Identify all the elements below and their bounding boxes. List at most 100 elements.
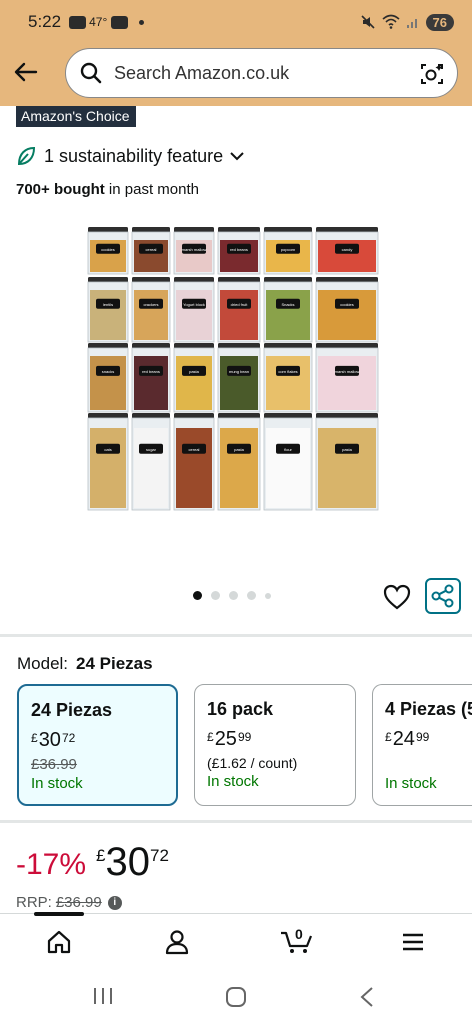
variant-unit-price [385, 755, 460, 773]
variant-title: 24 Piezas [31, 700, 113, 720]
system-navigation-bar [0, 969, 472, 1024]
container-label: mung bean [229, 369, 249, 374]
home-icon[interactable] [45, 928, 73, 956]
sustainability-feature[interactable]: 1 sustainability feature [16, 145, 253, 167]
container-label: cereal [146, 247, 157, 252]
storage-container: marsh mallow [173, 227, 215, 275]
status-bar: 5:22 47° 76 [0, 0, 472, 44]
price-whole: 30 [105, 840, 151, 884]
recent-apps-icon[interactable] [92, 986, 114, 1006]
status-time: 5:22 [28, 12, 62, 31]
storage-container: cereal [131, 227, 171, 275]
container-label: cereal [189, 447, 200, 452]
search-placeholder: Search Amazon.co.uk [114, 62, 290, 83]
battery-indicator: 76 [425, 13, 454, 31]
variant-stock: In stock [207, 773, 259, 790]
variant-price-whole: 24 [392, 728, 415, 750]
storage-container: crackers [131, 277, 171, 343]
back-button-icon[interactable] [359, 986, 375, 1008]
carousel-dot[interactable] [265, 592, 271, 599]
share-icon [431, 584, 454, 608]
leaf-icon [17, 146, 36, 166]
variant-price-currency: £ [207, 730, 214, 744]
bought-count-bold: 700+ bought [16, 181, 105, 198]
share-button[interactable] [425, 578, 461, 614]
variant-price: £25 99 [207, 728, 343, 751]
storage-container: cookies [315, 277, 379, 343]
container-label: Yogurt block [183, 302, 205, 307]
back-arrow-icon[interactable] [12, 58, 40, 86]
container-label: cookies [340, 302, 354, 307]
search-icon [80, 62, 102, 84]
home-button-icon[interactable] [225, 986, 247, 1008]
storage-container: red beans [131, 343, 171, 413]
variant-card-24-piezas[interactable]: 24 Piezas £30 72 £36.99 In stock [17, 684, 178, 806]
container-label: pasta [189, 369, 200, 374]
cart-count: 0 [295, 926, 303, 942]
carousel-dot[interactable] [193, 591, 202, 600]
storage-container: marsh mallow [315, 343, 379, 413]
section-divider [0, 820, 472, 823]
storage-container: oats [87, 413, 129, 511]
storage-container: dried fruit [217, 277, 261, 343]
variant-title: 4 Piezas (5 [385, 699, 472, 719]
signal-icon [406, 19, 417, 28]
product-image[interactable]: cookies cereal marsh mallow red beans popcor… [82, 212, 388, 552]
storage-container: cookies [87, 227, 129, 275]
container-label: pasta [342, 447, 353, 452]
container-label: oats [104, 447, 112, 452]
storage-container: popcorn [263, 227, 313, 275]
container-label: sugar [146, 447, 157, 452]
search-input[interactable]: Search Amazon.co.uk [65, 48, 458, 98]
storage-container: cereal [173, 413, 215, 511]
account-icon[interactable] [163, 928, 191, 956]
variant-title: 16 pack [207, 699, 274, 719]
storage-container: pasta [173, 343, 215, 413]
container-label: flour [284, 447, 292, 452]
variant-price-fraction: 99 [415, 730, 430, 744]
container-label: corn flakes [278, 369, 297, 374]
storage-container: red beans [217, 227, 261, 275]
youtube-icon [111, 15, 129, 29]
camera-search-icon[interactable] [419, 61, 445, 87]
rrp-value: £36.99 [55, 894, 102, 911]
search-header: Search Amazon.co.uk [0, 44, 472, 106]
container-label: marsh mallow [182, 247, 207, 252]
container-label: marsh mallow [335, 369, 360, 374]
price-currency: £ [96, 846, 106, 865]
current-price: £30 72 [96, 840, 169, 885]
storage-container: sugar [131, 413, 171, 511]
variant-price-currency: £ [31, 731, 38, 745]
variant-price-fraction: 72 [61, 731, 76, 745]
carousel-dot[interactable] [229, 591, 238, 600]
variant-card-16-pack[interactable]: 16 pack £25 99 (£1.62 / count) In stock [194, 684, 356, 806]
carousel-dot[interactable] [211, 591, 220, 600]
container-label: cookies [101, 247, 115, 252]
image-carousel-dots[interactable] [193, 591, 271, 600]
rrp-line: RRP: £36.99 i [16, 894, 122, 911]
variant-price: £24 99 [385, 728, 460, 751]
container-label: crackers [143, 302, 158, 307]
info-icon[interactable]: i [107, 895, 122, 910]
storage-container: pasta [217, 413, 261, 511]
storage-container: corn flakes [263, 343, 313, 413]
sustainability-text: 1 sustainability feature [44, 145, 224, 166]
menu-icon[interactable] [399, 928, 427, 956]
notification-app-icon [69, 15, 87, 29]
price-block: -17% £30 72 [16, 840, 169, 885]
variant-price-whole: 30 [38, 729, 61, 751]
carousel-dot[interactable] [247, 591, 256, 600]
variant-stock: In stock [31, 775, 83, 792]
container-label: red beans [142, 369, 160, 374]
container-label: lentils [103, 302, 113, 307]
amazons-choice-badge: Amazon's Choice [16, 106, 136, 127]
container-label: popcorn [281, 247, 295, 252]
wishlist-heart-icon[interactable] [382, 582, 412, 612]
storage-container: candy [315, 227, 379, 275]
container-label: dried fruit [231, 302, 249, 307]
container-label: Snacks [281, 302, 294, 307]
model-value: 24 Piezas [76, 654, 153, 673]
chevron-down-icon [230, 152, 244, 161]
wifi-icon [382, 14, 400, 29]
variant-card-4-piezas[interactable]: 4 Piezas (5 £24 99 In stock [372, 684, 472, 806]
